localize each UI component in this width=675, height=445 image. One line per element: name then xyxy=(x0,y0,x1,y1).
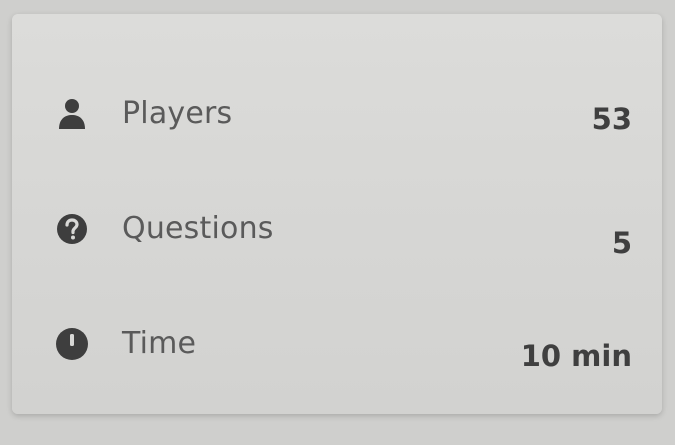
stat-label-players: Players xyxy=(122,96,233,131)
stat-value-time: 10 min xyxy=(520,339,632,373)
stat-row-time: Time 10 min xyxy=(12,314,662,374)
stat-row-players: Players 53 xyxy=(12,84,662,144)
stat-value-questions: 5 xyxy=(611,226,632,260)
stat-row-questions: Questions 5 xyxy=(12,199,662,260)
game-stats-card: Players 53 Questions 5 Time 10 min xyxy=(12,14,662,414)
stat-label-time: Time xyxy=(122,326,197,361)
stat-value-players: 53 xyxy=(591,102,632,136)
person-icon xyxy=(54,84,90,144)
clock-icon xyxy=(54,314,90,374)
stat-label-questions: Questions xyxy=(122,211,274,246)
question-circle-icon xyxy=(54,199,90,259)
